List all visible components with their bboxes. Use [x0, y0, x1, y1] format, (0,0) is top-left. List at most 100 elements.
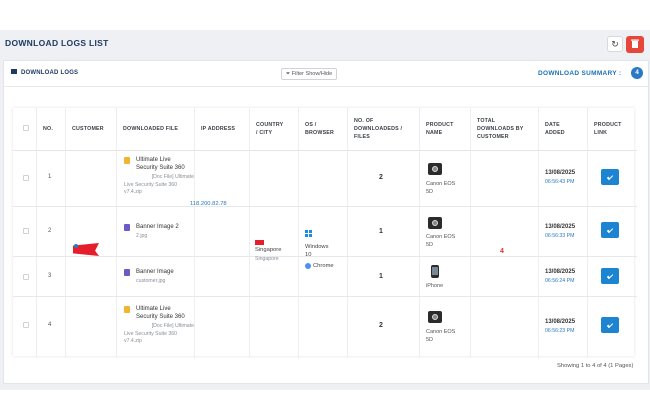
download-count: 2 [379, 174, 383, 181]
product-name-line2: 5D [426, 337, 434, 343]
pencil-icon [606, 226, 614, 234]
row-checkbox[interactable] [23, 322, 29, 328]
edit-link-button[interactable] [601, 268, 619, 284]
header-os-line1: OS / [305, 122, 317, 128]
doc-file-icon [124, 157, 130, 164]
download-count: 1 [379, 228, 383, 235]
header-date-added[interactable]: DATE ADDED [545, 121, 565, 137]
header-product-link: PRODUCT LINK [594, 121, 622, 137]
ip-address[interactable]: 118.200.82.78 [190, 201, 227, 207]
file-detail: [Doc File] Ultimate [124, 323, 194, 330]
header-total-line2: DOWNLOADS BY [477, 126, 524, 132]
pencil-icon [606, 173, 614, 181]
refresh-button[interactable]: ↻ [607, 36, 623, 52]
product-name-line2: 5D [426, 189, 434, 195]
header-no[interactable]: NO. [43, 125, 53, 133]
file-name[interactable]: Banner Image [136, 268, 174, 276]
image-file-icon [124, 224, 130, 231]
file-name-line1: Ultimate Live [136, 157, 171, 163]
trash-icon [631, 39, 639, 48]
title-bar: DOWNLOAD LOGS LIST [0, 30, 650, 58]
file-name[interactable]: Ultimate Live Security Suite 360 [136, 305, 185, 321]
product-name: Canon EOS 5D [426, 233, 455, 249]
list-icon [11, 69, 17, 74]
filter-toggle-button[interactable]: ⏷ Filter Show/Hide [281, 68, 337, 80]
header-total-line3: CUSTOMER [477, 134, 509, 140]
edit-link-button[interactable] [601, 222, 619, 238]
file-detail-line2: Live Security Suite 360 [124, 182, 178, 188]
pencil-icon [606, 321, 614, 329]
time-added: 06:56:23 PM [545, 328, 575, 334]
file-detail: customer.jpg [136, 278, 166, 284]
total-downloads: 4 [500, 248, 504, 255]
city: Singapore [255, 256, 279, 262]
file-detail-line1: [Doc File] Ultimate [151, 323, 194, 329]
file-name[interactable]: Banner Image 2 [136, 223, 179, 231]
file-detail: 2.jpg [136, 233, 148, 239]
date-added: 13/08/2025 [545, 269, 576, 275]
column-divider [65, 108, 66, 358]
row-number: 3 [48, 273, 52, 279]
header-downloaded-file[interactable]: DOWNLOADED FILE [123, 125, 178, 133]
header-product-name[interactable]: PRODUCT NAME [426, 121, 454, 137]
card-title: DOWNLOAD LOGS [11, 69, 79, 77]
row-checkbox[interactable] [23, 175, 29, 181]
download-summary-label[interactable]: DOWNLOAD SUMMARY : [538, 70, 621, 77]
card-header: DOWNLOAD LOGS ⏷ Filter Show/Hide DOWNLOA… [4, 61, 648, 87]
column-divider [419, 108, 420, 358]
column-divider [36, 108, 37, 358]
header-date-line1: DATE [545, 122, 560, 128]
delete-button[interactable] [626, 36, 644, 53]
time-added: 06:56:24 PM [545, 278, 575, 284]
row-divider [13, 206, 637, 207]
card-title-text: DOWNLOAD LOGS [21, 70, 79, 77]
column-divider [194, 108, 195, 358]
table-header: NO. CUSTOMER DOWNLOADED FILE IP ADDRESS … [13, 108, 637, 151]
header-count-line2: DOWNLOADEDS / [354, 126, 403, 132]
header-ip-address[interactable]: IP ADDRESS [201, 125, 235, 133]
edit-link-button[interactable] [601, 317, 619, 333]
row-checkbox[interactable] [23, 228, 29, 234]
camera-icon [428, 163, 442, 175]
header-total-line1: TOTAL [477, 118, 496, 124]
customer-avatar[interactable] [73, 242, 99, 256]
download-summary-badge[interactable]: 4 [631, 67, 643, 79]
header-count-line3: FILES [354, 134, 371, 140]
header-total-downloads[interactable]: TOTAL DOWNLOADS BY CUSTOMER [477, 117, 524, 141]
row-number: 4 [48, 322, 52, 328]
file-detail-line3: v7.4.zip [124, 338, 142, 344]
download-count: 2 [379, 322, 383, 329]
column-divider [587, 108, 588, 358]
refresh-icon: ↻ [611, 39, 619, 49]
product-name-line2: 5D [426, 242, 434, 248]
column-divider [298, 108, 299, 358]
column-divider [116, 108, 117, 358]
header-link-line2: LINK [594, 130, 608, 136]
file-name-line1: Ultimate Live [136, 306, 171, 312]
doc-file-icon [124, 306, 130, 313]
time-added: 06:56:33 PM [545, 233, 575, 239]
row-number: 1 [48, 174, 52, 180]
pencil-icon [606, 272, 614, 280]
header-country-city[interactable]: COUNTRY / CITY [256, 121, 283, 137]
date-added: 13/08/2025 [545, 319, 576, 325]
chrome-icon [305, 263, 311, 269]
select-all-checkbox[interactable] [23, 125, 29, 131]
column-divider [470, 108, 471, 358]
product-name: Canon EOS 5D [426, 328, 455, 344]
time-added: 06:56:43 PM [545, 179, 575, 185]
row-number: 2 [48, 228, 52, 234]
file-name[interactable]: Ultimate Live Security Suite 360 [136, 156, 185, 172]
file-detail: Live Security Suite 360 v7.4.zip [124, 182, 177, 196]
product-name: Canon EOS 5D [426, 180, 455, 196]
row-checkbox[interactable] [23, 274, 29, 280]
date-added: 13/08/2025 [545, 170, 576, 176]
header-customer[interactable]: CUSTOMER [72, 125, 104, 133]
header-os-line2: BROWSER [305, 130, 335, 136]
product-name-line1: Canon EOS [426, 329, 456, 335]
header-os-browser[interactable]: OS / BROWSER [305, 121, 334, 137]
file-name-line2: Security Suite 360 [136, 314, 185, 320]
header-country-line1: COUNTRY [256, 122, 284, 128]
edit-link-button[interactable] [601, 169, 619, 185]
header-no-of-downloads[interactable]: NO. OF DOWNLOADEDS / FILES [354, 117, 402, 141]
